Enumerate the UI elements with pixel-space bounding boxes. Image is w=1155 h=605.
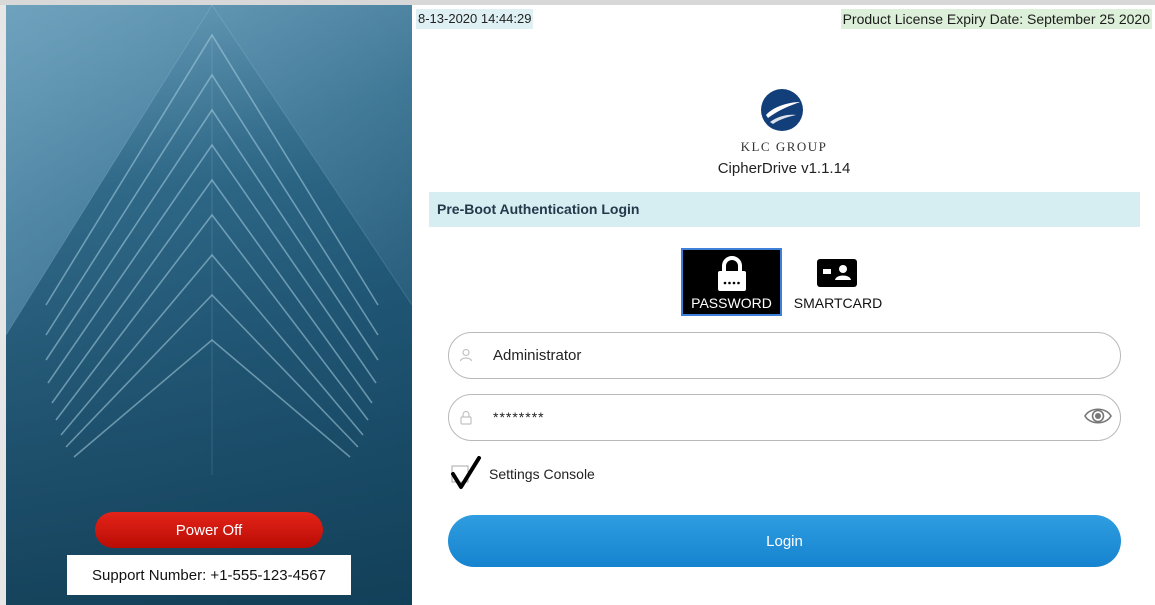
power-off-label: Power Off xyxy=(175,521,243,539)
password-input[interactable] xyxy=(493,403,1073,431)
user-icon xyxy=(459,348,473,362)
license-expiry: Product License Expiry Date: September 2… xyxy=(840,9,1152,29)
method-smartcard-label: SMARTCARD xyxy=(793,295,883,311)
method-smartcard-button[interactable]: SMARTCARD xyxy=(786,256,890,316)
username-field[interactable] xyxy=(448,332,1121,379)
login-label: Login xyxy=(766,532,803,550)
method-password-button[interactable]: PASSWORD xyxy=(681,248,782,316)
support-number: Support Number: +1-555-123-4567 xyxy=(67,555,351,595)
settings-console-checkbox[interactable] xyxy=(450,456,482,490)
username-input[interactable] xyxy=(493,341,1073,369)
login-button[interactable]: Login xyxy=(448,515,1121,567)
datetime-display: 8-13-2020 14:44:29 xyxy=(416,9,534,29)
password-field[interactable] xyxy=(448,394,1121,441)
eye-icon[interactable] xyxy=(1084,405,1112,427)
pre-boot-window: Power Off Support Number: +1-555-123-456… xyxy=(0,0,1155,605)
lock-icon xyxy=(460,410,472,425)
id-card-icon xyxy=(817,259,857,287)
method-password-label: PASSWORD xyxy=(691,295,772,311)
lock-keypad-icon xyxy=(718,256,746,291)
section-title: Pre-Boot Authentication Login xyxy=(429,192,1140,227)
left-panel: Power Off Support Number: +1-555-123-456… xyxy=(6,5,412,605)
company-name: KLC GROUP xyxy=(740,139,828,154)
settings-console-label[interactable]: Settings Console xyxy=(489,466,595,482)
klc-logo-icon xyxy=(761,89,803,131)
power-off-button[interactable]: Power Off xyxy=(95,512,323,548)
product-version: CipherDrive v1.1.14 xyxy=(717,160,851,177)
